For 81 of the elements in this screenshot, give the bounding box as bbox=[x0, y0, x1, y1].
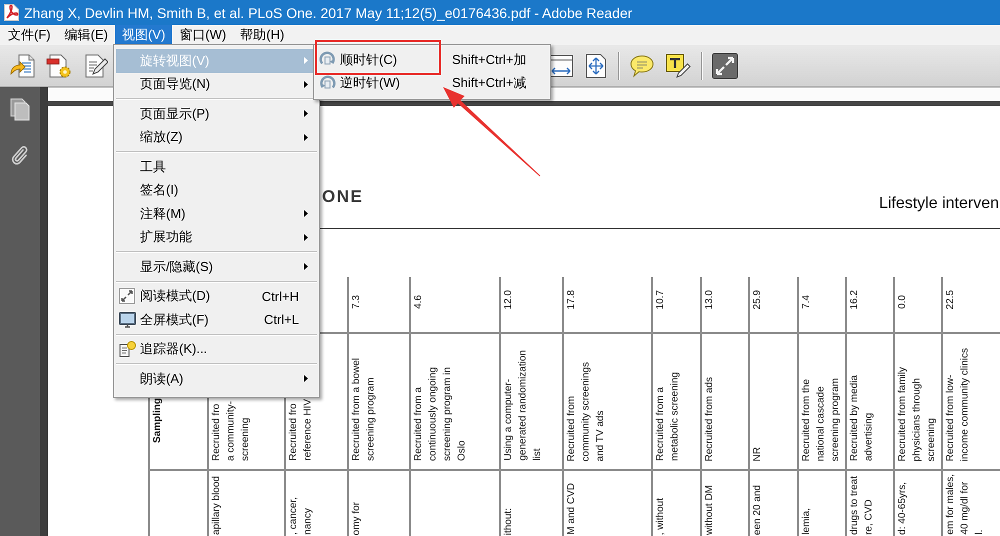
menu-bar-item[interactable]: 帮助(H) bbox=[233, 25, 292, 45]
table-cell-text: apillary blood bbox=[210, 476, 223, 535]
menu-item[interactable]: 阅读模式(D) Ctrl+H bbox=[116, 284, 317, 308]
table-cell-text: ithout: bbox=[502, 508, 515, 535]
menu-item[interactable]: 全屏模式(F) Ctrl+L bbox=[116, 308, 317, 332]
document-gear-icon[interactable] bbox=[46, 52, 72, 78]
submenu-arrow-icon bbox=[304, 263, 308, 270]
table-cell-text: 22.5 bbox=[944, 290, 957, 309]
menu-bar-item[interactable]: 视图(V) bbox=[114, 25, 172, 45]
table-cell-text: , without bbox=[654, 498, 667, 535]
table-cell-text: , cancer, nancy bbox=[287, 497, 314, 535]
table-cell-text: 7.3 bbox=[350, 295, 363, 309]
menu-item[interactable]: 工具 bbox=[116, 155, 317, 178]
submenu-arrow-icon bbox=[304, 134, 308, 141]
menu-item[interactable]: 页面显示(P) bbox=[116, 102, 317, 126]
menu-item[interactable]: 注释(M) bbox=[116, 202, 317, 226]
table-cell-text: 10.7 bbox=[654, 290, 667, 309]
submenu-arrow-icon bbox=[304, 210, 308, 218]
shortcut-label: Ctrl+H bbox=[262, 288, 299, 304]
table-cell-text: omy for bbox=[350, 502, 363, 535]
table-cell-text: 25.9 bbox=[751, 290, 764, 309]
table-cell-text: Recruited by media advertising bbox=[848, 374, 876, 461]
table-cell-text: Recruited from a continuously ongoing screening program in Oslo bbox=[412, 367, 468, 461]
table-cell-text: M and CVD bbox=[565, 483, 578, 535]
speech-bubble-icon[interactable] bbox=[629, 52, 655, 78]
document-arrow-icon[interactable] bbox=[10, 52, 36, 78]
menu-item[interactable]: 追踪器(K)... bbox=[116, 338, 317, 361]
table-cell-text: Recruited from family physicians through screening bbox=[896, 366, 938, 461]
table-cell-text: Recruited from low- income community clinics bbox=[944, 348, 972, 461]
table-cell-text: Recruited from the national cascade screening program bbox=[800, 378, 842, 461]
expand-arrows-icon bbox=[119, 288, 135, 304]
table-cell-text: 16.2 bbox=[848, 290, 861, 309]
submenu-arrow-icon bbox=[304, 57, 308, 64]
table-cell-text: Sampling bbox=[151, 398, 164, 443]
shortcut-label: Ctrl+L bbox=[264, 312, 299, 328]
menu-item[interactable]: 签名(I) bbox=[116, 178, 317, 202]
table-cell-text: NR bbox=[751, 446, 764, 461]
journal-logo: ONE bbox=[322, 187, 364, 207]
submenu-arrow-icon bbox=[304, 80, 308, 88]
menu-item[interactable]: 逆时针(W) Shift+Ctrl+减 bbox=[316, 72, 548, 95]
submenu-arrow-icon bbox=[304, 375, 308, 382]
paperclip-icon[interactable] bbox=[11, 144, 29, 167]
menu-item[interactable]: 显示/隐藏(S) bbox=[116, 255, 317, 278]
table-cell-text: 17.8 bbox=[565, 290, 578, 309]
document-circle-icon bbox=[118, 341, 136, 358]
menu-item[interactable]: 朗读(A) bbox=[116, 367, 317, 390]
table-cell-text: Recruited from a metabolic screening bbox=[654, 372, 682, 461]
table-cell-text: em for males, 40 mg/dl for l. bbox=[944, 474, 986, 535]
menu-item[interactable]: 页面导览(N) bbox=[116, 72, 317, 96]
table-cell-text: 7.4 bbox=[800, 295, 813, 309]
shortcut-label: Shift+Ctrl+加 bbox=[452, 50, 526, 69]
table-cell-text: d: 40-65yrs, bbox=[896, 482, 909, 535]
table-cell-text: 4.6 bbox=[412, 295, 425, 309]
table-cell-text: 12.0 bbox=[502, 290, 515, 309]
text-pen-icon[interactable] bbox=[665, 52, 691, 78]
table-cell-text: 0.0 bbox=[896, 295, 909, 309]
menu-item[interactable]: 缩放(Z) bbox=[116, 126, 317, 149]
table-cell-text: Using a computer- generated randomization list bbox=[502, 350, 544, 461]
pdf-file-icon bbox=[4, 4, 19, 21]
monitor-icon bbox=[118, 312, 136, 328]
window-title: Zhang X, Devlin HM, Smith B, et al. PLoS One. 2017 May 11;12(5)_e0176436.pdf - Adobe Reader bbox=[24, 4, 632, 20]
table-cell-text: een 20 and bbox=[751, 484, 764, 535]
submenu-arrow-icon bbox=[304, 234, 308, 241]
table-cell-text: Recruited fro reference HIV bbox=[287, 399, 314, 461]
table-cell-text: without DM bbox=[703, 484, 716, 535]
shortcut-label: Shift+Ctrl+减 bbox=[452, 74, 526, 92]
table-cell-text: lemia, bbox=[800, 508, 813, 535]
submenu-arrow-icon bbox=[304, 110, 308, 118]
menu-item[interactable]: 扩展功能 bbox=[116, 226, 317, 249]
menu-bar-item[interactable]: 窗口(W) bbox=[172, 25, 234, 45]
page-width-icon[interactable] bbox=[548, 52, 574, 78]
expand-icon[interactable] bbox=[712, 52, 738, 78]
table-cell-text: 13.0 bbox=[703, 290, 716, 309]
table-cell-text: Recruited from ads bbox=[703, 376, 716, 461]
menu-bar-item[interactable]: 文件(F) bbox=[1, 25, 58, 45]
table-cell-text: Recruited fro a community- screening bbox=[210, 400, 252, 461]
pages-icon[interactable] bbox=[10, 98, 30, 121]
table-cell-text: drugs to treat re, CVD bbox=[848, 476, 876, 535]
menu-bar-item[interactable]: 编辑(E) bbox=[58, 25, 115, 45]
running-title: Lifestyle interven bbox=[878, 195, 999, 213]
page-fit-icon[interactable] bbox=[584, 52, 608, 78]
